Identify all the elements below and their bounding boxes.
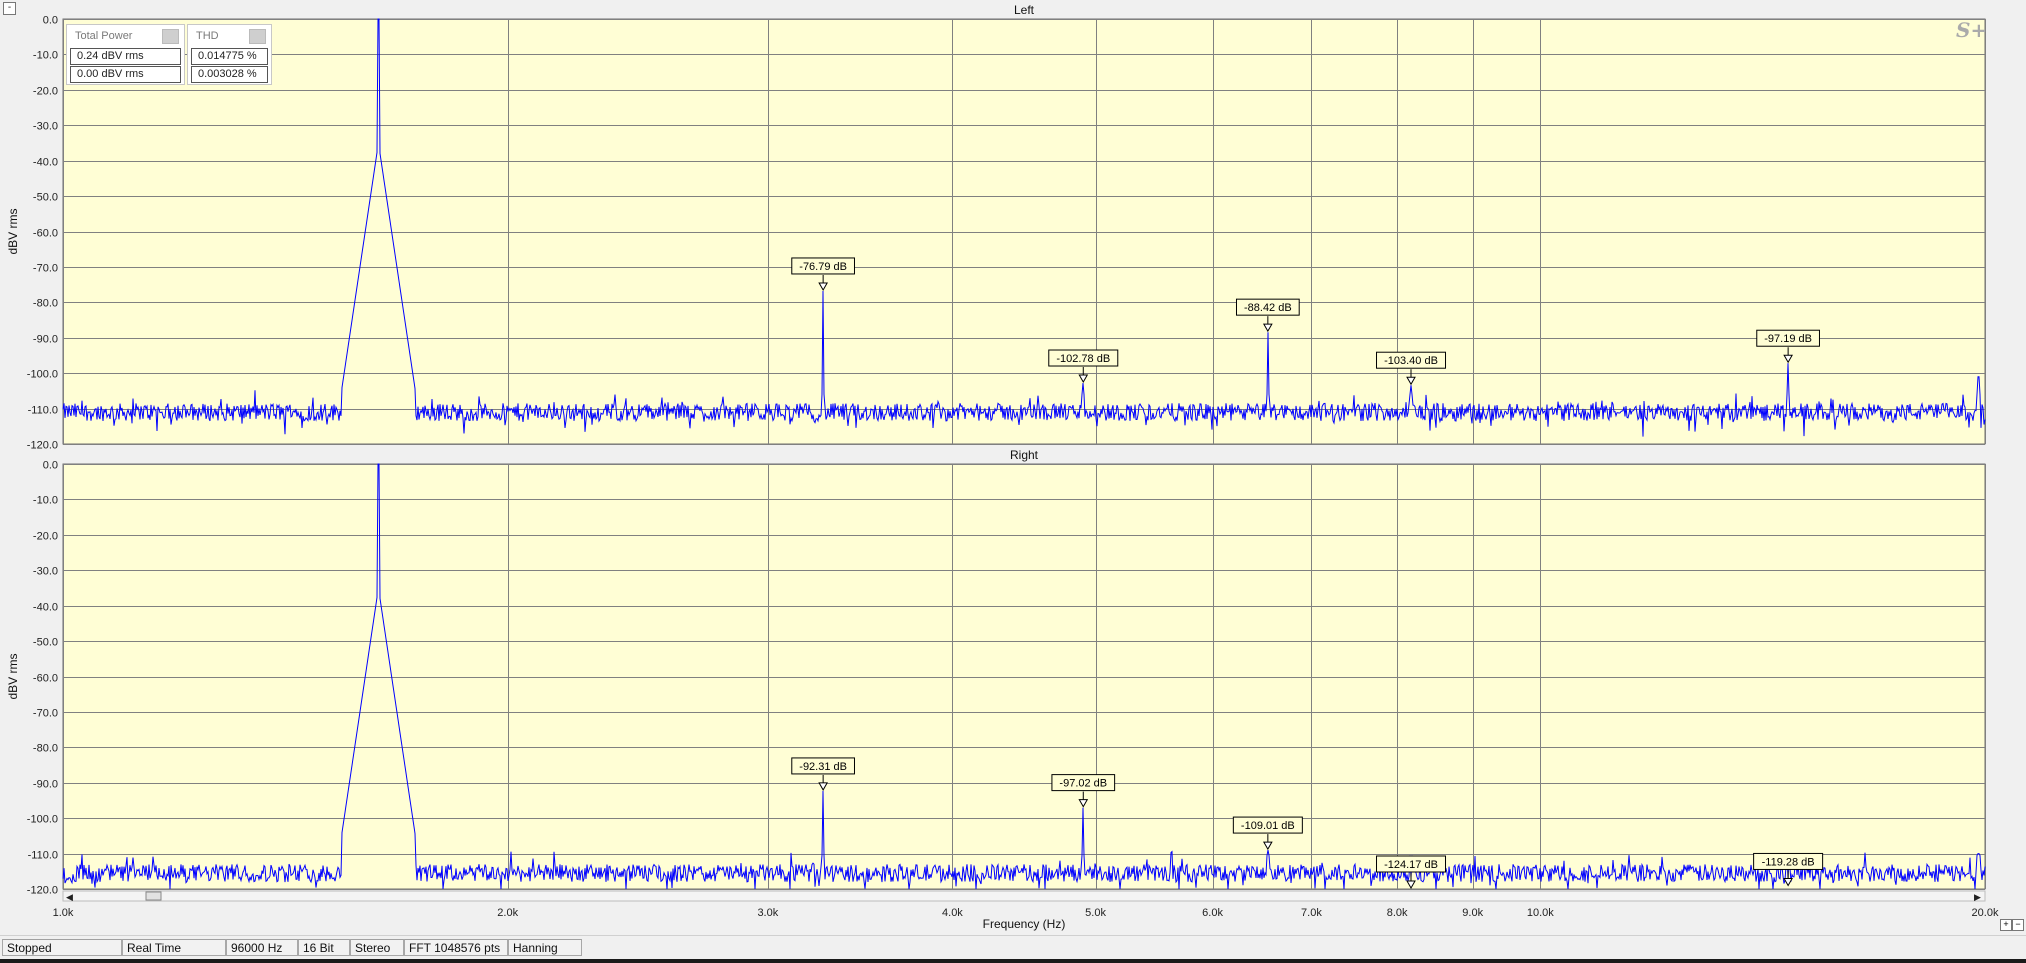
y-tick-label: -120.0: [27, 885, 58, 897]
x-tick-label: 4.0k: [942, 907, 963, 919]
peak-label: -103.40 dB: [1384, 355, 1438, 367]
y-tick-label: -60.0: [33, 228, 58, 240]
y-tick-label: 0.0: [43, 460, 58, 472]
status-fft: FFT 1048576 pts: [404, 939, 508, 956]
right-channel-chart: 0.0 -10.0 -20.0 -30.0 -40.0 -50.0 -60.0 -70.0 -8…: [6, 448, 1999, 931]
y-tick-label: -80.0: [33, 743, 58, 755]
status-bit-depth: 16 Bit: [298, 939, 350, 956]
zoom-in-button[interactable]: +: [2000, 919, 2012, 931]
x-tick-label: 20.0k: [1972, 907, 1999, 919]
peak-label: -88.42 dB: [1244, 302, 1292, 314]
y-tick-label: -80.0: [33, 298, 58, 310]
thd-right-value: 0.003028 %: [191, 66, 268, 83]
y-tick-label: -10.0: [33, 495, 58, 507]
peak-label: -97.02 dB: [1059, 778, 1107, 790]
y-tick-label: -100.0: [27, 369, 58, 381]
chart-title: Left: [1014, 3, 1035, 17]
y-tick-label: -70.0: [33, 708, 58, 720]
peak-label: -124.17 dB: [1384, 859, 1438, 871]
x-axis-label: Frequency (Hz): [983, 917, 1066, 931]
y-tick-label: -30.0: [33, 566, 58, 578]
chart-title: Right: [1010, 448, 1039, 462]
horizontal-scrollbar: [62, 890, 1986, 902]
x-tick-label: 8.0k: [1387, 907, 1408, 919]
thd-panel: THD 0.014775 % 0.003028 %: [187, 24, 272, 85]
y-tick-label: -20.0: [33, 531, 58, 543]
y-tick-label: -110.0: [28, 405, 58, 417]
x-tick-label: 1.0k: [53, 907, 74, 919]
peak-label: -76.79 dB: [799, 261, 847, 273]
thd-left-value: 0.014775 %: [191, 48, 268, 65]
scrollbar-thumb: [145, 891, 162, 901]
x-tick-label: 2.0k: [497, 907, 518, 919]
app-logo: S+: [1956, 18, 1988, 42]
status-mode: Real Time: [122, 939, 226, 956]
thd-label: THD: [196, 30, 219, 42]
x-tick-label: 7.0k: [1301, 907, 1322, 919]
status-window: Hanning: [508, 939, 582, 956]
total-power-left-value: 0.24 dBV rms: [70, 48, 181, 65]
total-power-panel: Total Power 0.24 dBV rms 0.00 dBV rms: [66, 24, 185, 85]
scroll-left-arrow: ◀: [66, 892, 73, 902]
y-tick-label: -40.0: [33, 157, 58, 169]
status-channels: Stereo: [350, 939, 404, 956]
status-bar: Stopped Real Time 96000 Hz 16 Bit Stereo…: [0, 935, 2026, 960]
total-power-close-icon[interactable]: [162, 29, 179, 44]
y-tick-label: 0.0: [43, 15, 58, 27]
x-tick-label: 3.0k: [757, 907, 778, 919]
y-axis-label: dBV rms: [6, 208, 20, 254]
y-tick-label: -100.0: [27, 814, 58, 826]
y-tick-label: -90.0: [33, 334, 58, 346]
peak-label: -102.78 dB: [1056, 353, 1110, 365]
y-tick-label: -120.0: [27, 440, 58, 452]
x-tick-label: 9.0k: [1462, 907, 1483, 919]
peak-label: -97.19 dB: [1764, 333, 1812, 345]
y-tick-label: -50.0: [33, 192, 58, 204]
thd-close-icon[interactable]: [249, 29, 266, 44]
scroll-right-arrow: ▶: [1974, 892, 1981, 902]
peak-label: -92.31 dB: [799, 761, 847, 773]
thd-header: THD: [188, 25, 271, 47]
x-tick-label: 5.0k: [1085, 907, 1106, 919]
x-tick-label: 10.0k: [1527, 907, 1554, 919]
plot-area: [62, 463, 1986, 890]
plot-area: [62, 18, 1986, 445]
y-tick-label: -10.0: [33, 50, 58, 62]
left-channel-chart: 0.0 -10.0 -20.0 -30.0 -40.0 -50.0 -60.0 -70.0 -8…: [6, 3, 1986, 452]
peak-label: -109.01 dB: [1241, 820, 1295, 832]
y-tick-label: -30.0: [33, 121, 58, 133]
y-tick-label: -70.0: [33, 263, 58, 275]
window-bottom-edge: [0, 959, 2026, 963]
total-power-header: Total Power: [67, 25, 184, 47]
zoom-out-button[interactable]: −: [2012, 919, 2024, 931]
y-tick-label: -90.0: [33, 779, 58, 791]
total-power-right-value: 0.00 dBV rms: [70, 66, 181, 83]
x-tick-label: 6.0k: [1202, 907, 1223, 919]
y-tick-label: -50.0: [33, 637, 58, 649]
y-tick-label: -20.0: [33, 86, 58, 98]
y-tick-label: -60.0: [33, 673, 58, 685]
y-axis-label: dBV rms: [6, 653, 20, 699]
total-power-label: Total Power: [75, 30, 133, 42]
peak-label: -119.28 dB: [1762, 856, 1815, 868]
status-state: Stopped: [2, 939, 122, 956]
status-sample-rate: 96000 Hz: [226, 939, 298, 956]
y-tick-label: -110.0: [28, 850, 58, 862]
spectrum-plot: 0.0 -10.0 -20.0 -30.0 -40.0 -50.0 -60.0 -70.0 -8…: [6, 3, 1999, 931]
y-tick-label: -40.0: [33, 602, 58, 614]
